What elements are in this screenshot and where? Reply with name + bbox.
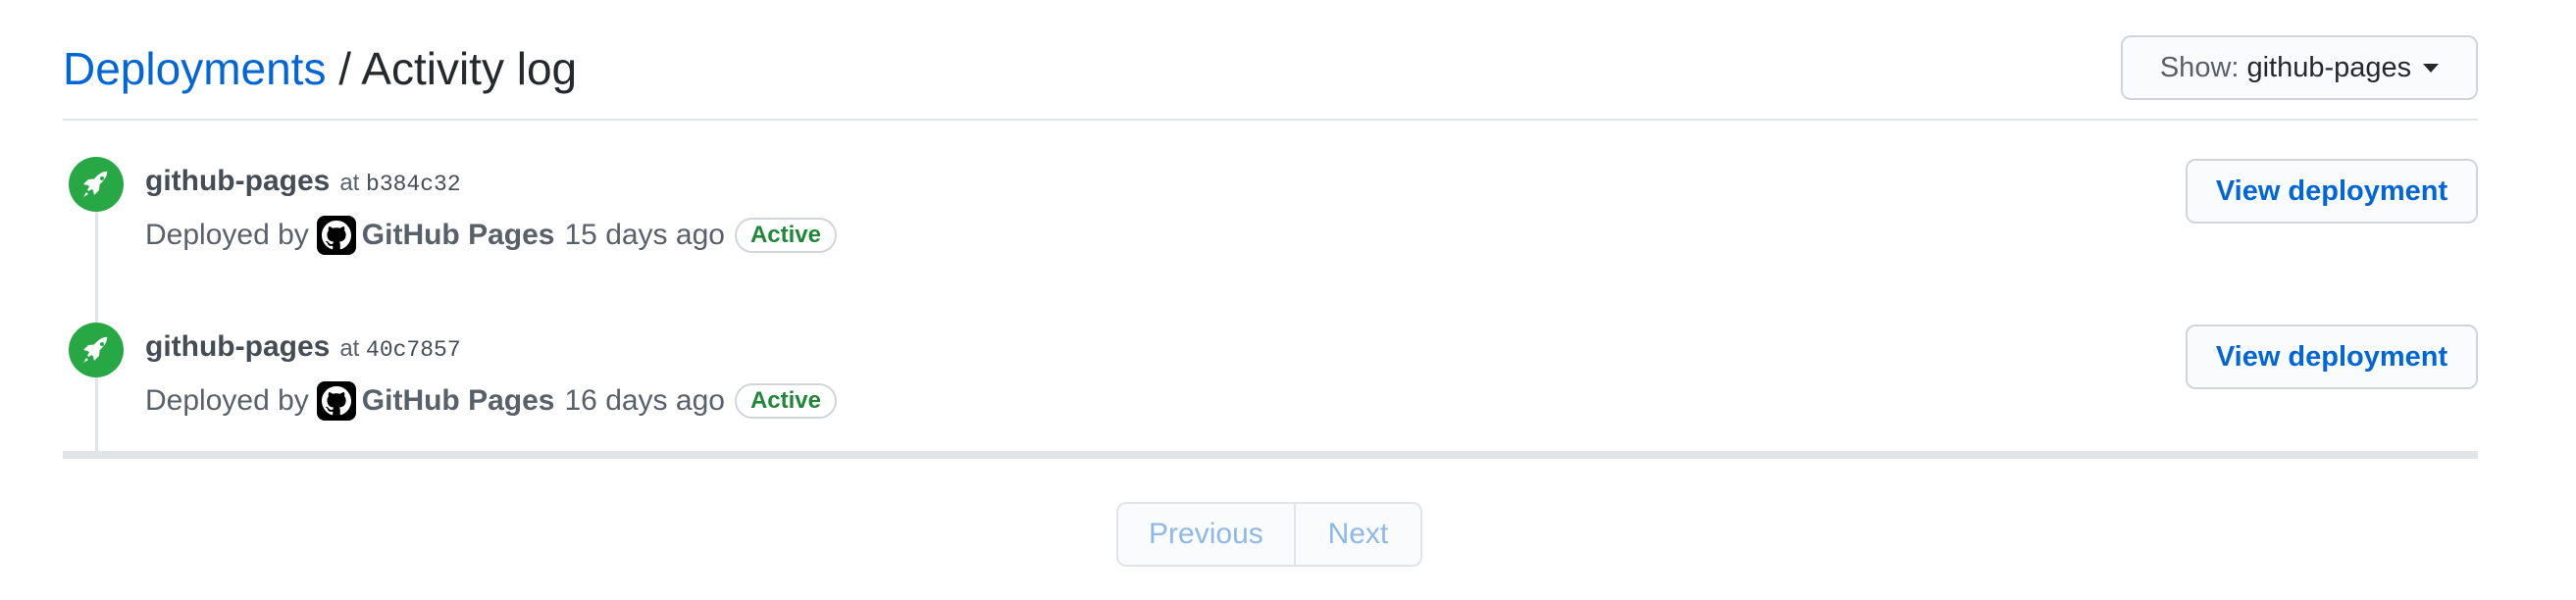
at-label: at b384c32 xyxy=(339,170,461,197)
pagination: Previous Next xyxy=(1116,502,1422,567)
deployment-time: 16 days ago xyxy=(564,384,725,417)
deployment-time: 15 days ago xyxy=(564,219,725,251)
rocket-icon xyxy=(69,157,124,212)
actor-name[interactable]: GitHub Pages xyxy=(362,384,555,418)
environment-filter-dropdown[interactable]: Show: github-pages xyxy=(2121,35,2478,100)
deployment-environment: github-pages at 40c7857 xyxy=(145,330,461,364)
view-deployment-button[interactable]: View deployment xyxy=(2186,159,2478,224)
rocket-icon xyxy=(69,323,124,377)
commit-sha[interactable]: 40c7857 xyxy=(366,337,461,363)
header-divider xyxy=(63,119,2478,121)
deployed-by-label: Deployed by xyxy=(145,219,309,251)
page-header: Deployments / Activity log xyxy=(63,35,2478,120)
list-bottom-border xyxy=(63,451,2478,459)
commit-sha[interactable]: b384c32 xyxy=(366,172,461,197)
show-label: Show: xyxy=(2159,51,2240,83)
environment-name[interactable]: github-pages xyxy=(145,165,330,197)
activity-log-title: Activity log xyxy=(361,43,578,94)
caret-down-icon xyxy=(2423,63,2440,73)
breadcrumb-separator: / xyxy=(326,43,362,94)
view-deployment-button[interactable]: View deployment xyxy=(2186,325,2478,389)
environment-name[interactable]: github-pages xyxy=(145,330,330,363)
next-page-button[interactable]: Next xyxy=(1296,504,1420,565)
page-title: Deployments / Activity log xyxy=(63,41,577,96)
status-badge: Active xyxy=(734,383,837,419)
actor-name[interactable]: GitHub Pages xyxy=(362,219,555,252)
deployment-row: github-pages at b384c32 Deployed by GitHu… xyxy=(63,157,2478,314)
status-badge: Active xyxy=(734,218,837,253)
at-label: at 40c7857 xyxy=(339,335,461,363)
deployed-by-label: Deployed by xyxy=(145,384,309,417)
github-logo-icon[interactable] xyxy=(316,216,356,255)
deployment-meta: Deployed by GitHub Pages 16 days ago Act… xyxy=(145,377,837,425)
github-logo-icon[interactable] xyxy=(316,381,356,421)
previous-page-button[interactable]: Previous xyxy=(1118,504,1296,565)
deployment-environment: github-pages at b384c32 xyxy=(145,165,461,198)
deployment-meta: Deployed by GitHub Pages 15 days ago Act… xyxy=(145,212,837,259)
environment-filter-value: github-pages xyxy=(2246,51,2412,83)
deployments-breadcrumb-link[interactable]: Deployments xyxy=(63,43,326,94)
